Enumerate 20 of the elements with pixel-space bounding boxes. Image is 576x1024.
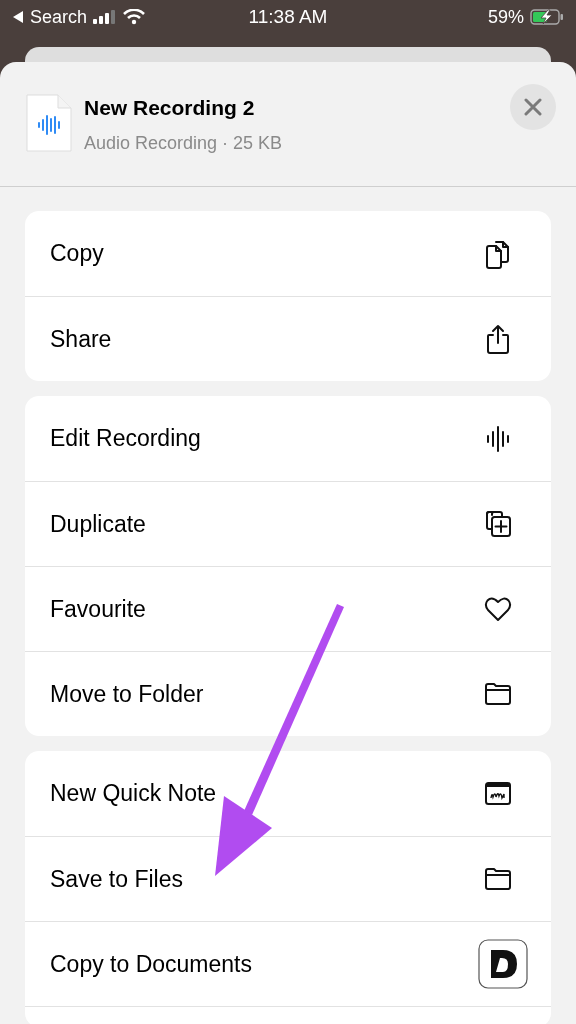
file-title: New Recording 2 [84, 96, 256, 120]
clock-time: 11:38 AM [248, 6, 328, 28]
menu-item[interactable]: Edit Recording [25, 396, 551, 481]
battery-charging-icon [530, 9, 564, 25]
wifi-icon [123, 9, 146, 25]
documents-app-icon [478, 939, 528, 989]
menu-item[interactable]: Share [25, 296, 551, 381]
menu-item[interactable]: Copy to Documents [25, 921, 551, 1006]
battery-percentage: 59% [487, 6, 524, 28]
file-details: Audio Recording · 25 KB [84, 133, 284, 154]
signal-icon [93, 10, 118, 24]
close-icon [524, 98, 542, 116]
audio-file-icon [26, 94, 72, 152]
close-button[interactable] [510, 84, 556, 130]
back-arrow-icon[interactable] [12, 10, 24, 24]
duplicate-icon [483, 508, 513, 540]
back-link[interactable]: Search [30, 6, 88, 28]
menu-item[interactable]: Copy [25, 211, 551, 296]
menu-item[interactable]: Duplicate [25, 481, 551, 566]
menu-item[interactable]: New Quick Note [25, 751, 551, 836]
